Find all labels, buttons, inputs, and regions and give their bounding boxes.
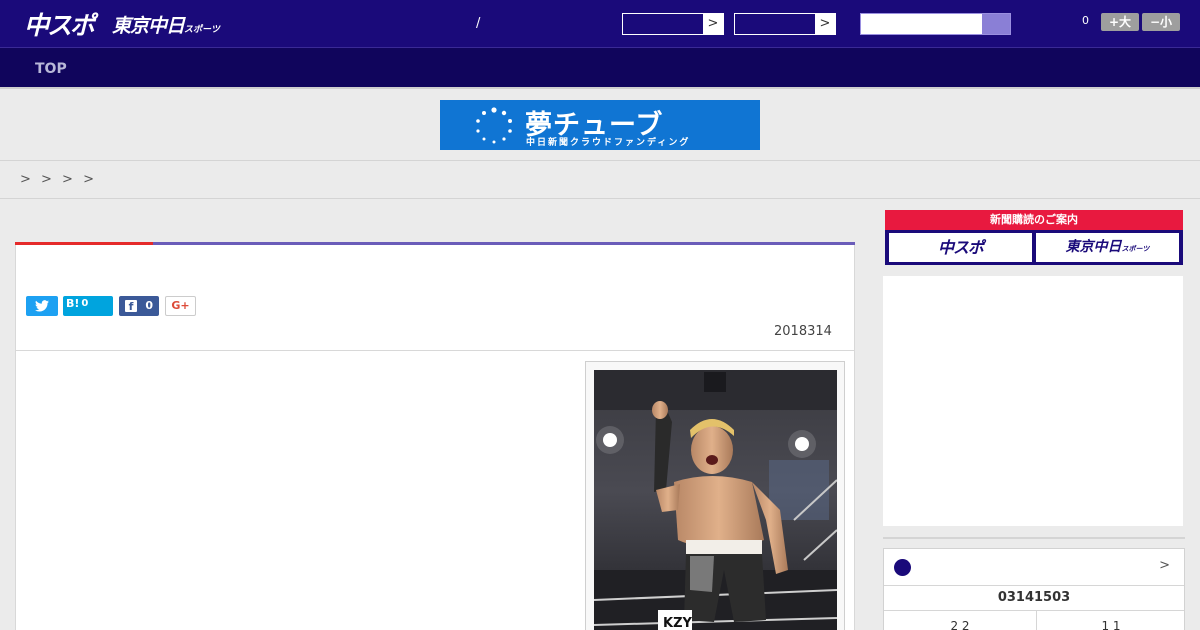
header-count: 0 [1082,14,1089,27]
divider [883,537,1185,539]
twitter-icon [35,300,49,312]
chuspo-logo[interactable]: 中スポ [24,6,95,42]
divider [0,198,1200,199]
divider [16,350,854,351]
baseball-score-widget: > 03141503 2 2 1 1 [883,548,1185,630]
wrestler-image: KZY [594,370,837,630]
svg-text:KZY: KZY [663,616,693,630]
wrestler-photo[interactable]: KZY [594,370,837,630]
font-size-smaller-button[interactable]: −小 [1142,13,1180,31]
twitter-share-button[interactable] [26,296,58,316]
yume-tube-banner[interactable]: 夢チューブ 中日新聞クラウドファンディング [440,100,760,150]
article-card: B! 0 f0 G+ 2018314 KZY [15,242,855,630]
chevron-right-icon: > [703,14,723,34]
header-separator: / [476,16,481,31]
site-header: 中スポ 東京中日スポーツ / > > 0 +大 −小 [0,0,1200,48]
divider [0,160,1200,161]
subscribe-chuspo-button[interactable]: 中スポ [889,233,1032,262]
font-size-larger-button[interactable]: +大 [1101,13,1139,31]
game-score-right[interactable]: 1 1 [1036,619,1186,630]
accent-red [15,242,153,245]
subscription-ad[interactable]: 新聞購読のご案内 中スポ 東京中日スポーツ [885,210,1183,265]
subscription-title: 新聞購読のご案内 [885,210,1183,230]
search-input[interactable] [860,13,1011,35]
score-more-link[interactable]: > [1159,558,1170,573]
google-plus-button[interactable]: G+ [165,296,196,316]
divider [884,610,1184,611]
sidebar-ad-slot [883,276,1183,526]
divider [884,585,1184,586]
article-date: 2018314 [774,324,832,339]
category-select-1[interactable]: > [622,13,724,35]
dots-circle-icon [476,107,512,144]
tokyo-chunichi-logo[interactable]: 東京中日スポーツ [112,11,220,38]
facebook-share-button[interactable]: f0 [119,296,159,316]
logo-sub-small: スポーツ [184,25,220,35]
facebook-icon: f [125,300,137,313]
logo-sub-text: 東京中日 [112,15,185,37]
banner-subtitle: 中日新聞クラウドファンディング [526,138,691,148]
breadcrumb[interactable]: > > > > [20,172,94,187]
nav-item-top[interactable]: TOP [35,61,67,77]
facebook-count: 0 [145,299,153,312]
subscribe-right-text: 東京中日 [1065,239,1122,255]
subscribe-right-small: スポーツ [1121,245,1150,253]
main-nav: TOP [0,48,1200,89]
baseball-icon [894,559,911,576]
article-accent-line [15,242,855,245]
category-select-2[interactable]: > [734,13,836,35]
hatena-count: 0 [81,298,89,309]
chevron-right-icon: > [815,14,835,34]
search-button[interactable] [982,14,1010,34]
subscribe-tokyo-chunichi-button[interactable]: 東京中日スポーツ [1036,233,1179,262]
hatena-bookmark-button[interactable]: B! 0 [63,296,113,316]
hatena-label: B! [66,297,80,310]
game-score-left[interactable]: 2 2 [884,619,1036,630]
article-photo-frame: KZY [585,361,845,630]
score-date: 03141503 [997,590,1071,605]
